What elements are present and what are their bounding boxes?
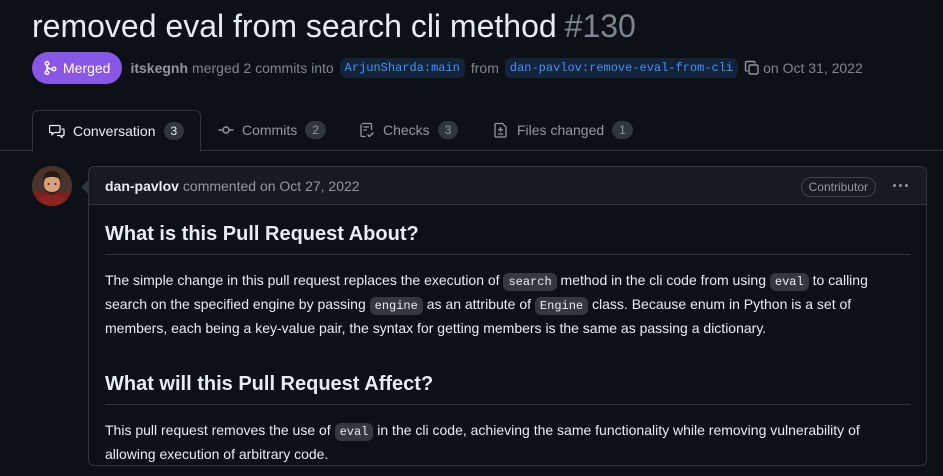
base-branch-link[interactable]: ArjunSharda:main [339,58,465,78]
tab-checks[interactable]: Checks 3 [359,110,459,150]
pr-title-text: removed eval from search cli method [32,8,557,44]
heading-about: What is this Pull Request About? [105,205,910,255]
text-segment: method in the cli code from using [556,272,770,288]
text-segment: This pull request removes the use of [105,422,335,438]
merged-status-label: Merged [63,60,111,76]
pr-tabs: Conversation 3 Commits 2 Checks 3 Files … [0,110,943,152]
merged-status-badge: Merged [32,52,123,84]
comment-action[interactable]: commented on Oct 27, 2022 [183,178,360,194]
comment-discussion-icon [49,124,65,139]
tab-commits[interactable]: Commits 2 [218,110,326,150]
git-commit-icon [218,126,234,134]
comment-box: dan-pavlov commented on Oct 27, 2022 Con… [81,166,927,466]
tab-conversation-label: Conversation [73,123,156,139]
code-eval: eval [769,273,809,291]
pr-title: removed eval from search cli method #130 [32,6,636,46]
heading-affect: What will this Pull Request Affect? [105,355,910,405]
tab-conversation-count: 3 [163,122,185,140]
avatar[interactable] [32,166,72,206]
code-eval: eval [334,423,374,441]
merged-text: merged 2 commits into [192,60,334,76]
comment-author-link[interactable]: dan-pavlov [105,178,179,194]
paragraph-about: The simple change in this pull request r… [105,269,910,339]
from-text: from [470,60,499,76]
paragraph-affect: This pull request removes the use of eva… [105,419,910,465]
merge-date: on Oct 31, 2022 [763,60,863,76]
comment-body: What is this Pull Request About? The sim… [89,205,926,465]
tab-commits-count: 2 [305,121,326,139]
code-search: search [503,273,557,291]
comment-header: dan-pavlov commented on Oct 27, 2022 Con… [89,167,926,205]
tab-files-changed-count: 1 [612,121,633,139]
kebab-menu-icon[interactable] [893,184,908,187]
code-engine: engine [369,297,423,315]
tab-commits-label: Commits [242,122,298,138]
text-segment: The simple change in this pull request r… [105,272,504,288]
pr-meta: Merged itskegnh merged 2 commits into Ar… [32,52,863,84]
file-diff-icon [494,122,507,138]
tab-conversation[interactable]: Conversation 3 [32,110,202,152]
text-segment: as an attribute of [422,296,535,312]
pr-merger-link[interactable]: itskegnh [130,60,188,76]
tab-files-changed[interactable]: Files changed 1 [493,110,633,150]
copy-icon[interactable] [744,60,760,76]
tab-files-changed-label: Files changed [517,122,605,138]
tab-checks-label: Checks [383,122,430,138]
checklist-icon [360,122,374,138]
code-engine-class: Engine [534,297,589,315]
head-branch-link[interactable]: dan-pavlov:remove-eval-from-cli [504,58,739,78]
git-merge-icon [44,60,57,76]
pr-number: #130 [564,8,636,44]
tab-checks-count: 3 [437,121,459,139]
contributor-badge: Contributor [800,177,876,197]
